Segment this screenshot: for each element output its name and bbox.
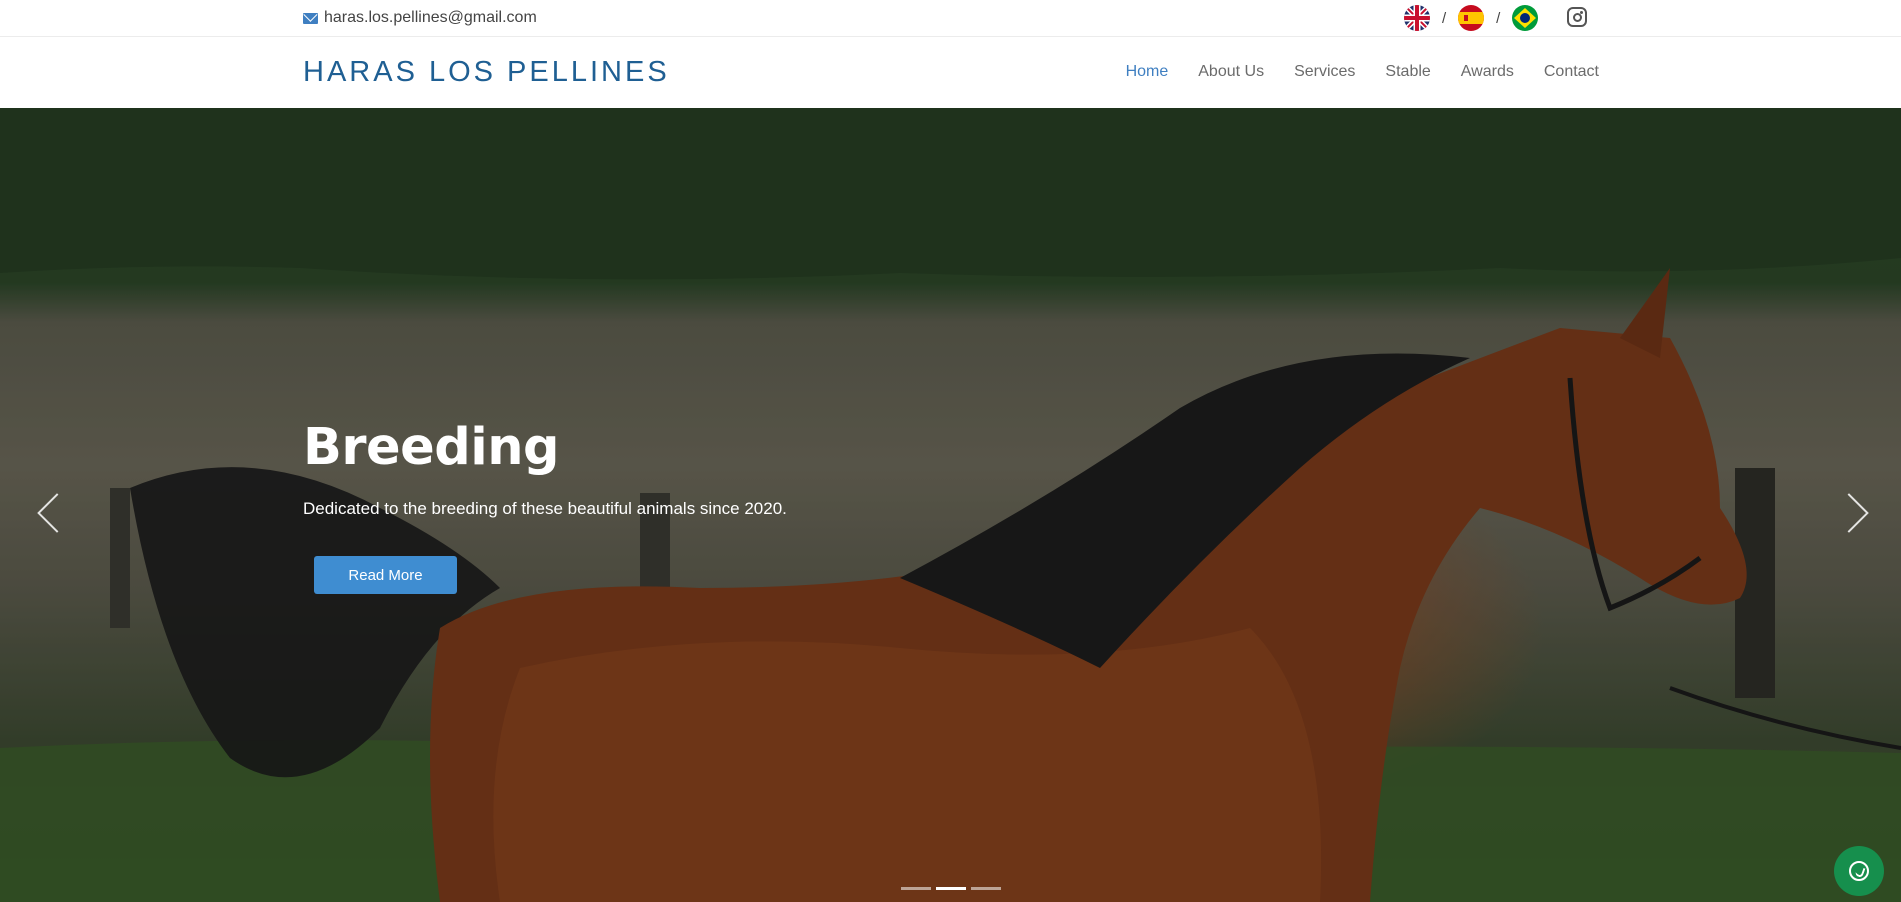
nav-home[interactable]: Home <box>1126 63 1169 81</box>
whatsapp-icon <box>1849 861 1869 881</box>
language-separator: / <box>1496 9 1501 27</box>
mail-icon <box>303 12 318 24</box>
hero-subtitle: Dedicated to the breeding of these beaut… <box>303 499 787 518</box>
language-separator: / <box>1442 9 1447 27</box>
main-navbar: HARAS LOS PELLINES Home About Us Service… <box>0 37 1901 108</box>
nav-contact[interactable]: Contact <box>1544 63 1599 81</box>
nav-services[interactable]: Services <box>1294 63 1355 81</box>
instagram-icon[interactable] <box>1567 7 1587 27</box>
main-menu: Home About Us Services Stable Awards Con… <box>1126 63 1599 81</box>
top-bar: haras.los.pellines@gmail.com / / <box>0 0 1901 37</box>
carousel-next-button[interactable] <box>1841 491 1867 535</box>
read-more-button[interactable]: Read More <box>314 556 457 594</box>
hero-caption: Breeding Dedicated to the breeding of th… <box>303 418 787 519</box>
carousel-indicators <box>901 887 1001 890</box>
brazil-flag-icon[interactable] <box>1512 5 1539 31</box>
language-switcher: / / <box>1404 5 1539 31</box>
whatsapp-button[interactable] <box>1834 846 1884 896</box>
uk-flag-icon[interactable] <box>1404 5 1430 31</box>
spain-flag-icon[interactable] <box>1458 5 1485 31</box>
nav-awards[interactable]: Awards <box>1461 63 1514 81</box>
email-contact[interactable]: haras.los.pellines@gmail.com <box>303 9 537 27</box>
nav-stable[interactable]: Stable <box>1385 63 1430 81</box>
hero-overlay <box>0 108 1901 902</box>
site-logo[interactable]: HARAS LOS PELLINES <box>303 56 670 89</box>
carousel-indicator-2[interactable] <box>936 887 966 890</box>
nav-about-us[interactable]: About Us <box>1198 63 1264 81</box>
carousel-prev-button[interactable] <box>37 491 63 535</box>
carousel-indicator-1[interactable] <box>901 887 931 890</box>
hero-carousel: Breeding Dedicated to the breeding of th… <box>0 108 1901 902</box>
email-text[interactable]: haras.los.pellines@gmail.com <box>324 9 537 27</box>
carousel-indicator-3[interactable] <box>971 887 1001 890</box>
hero-title: Breeding <box>303 418 560 477</box>
